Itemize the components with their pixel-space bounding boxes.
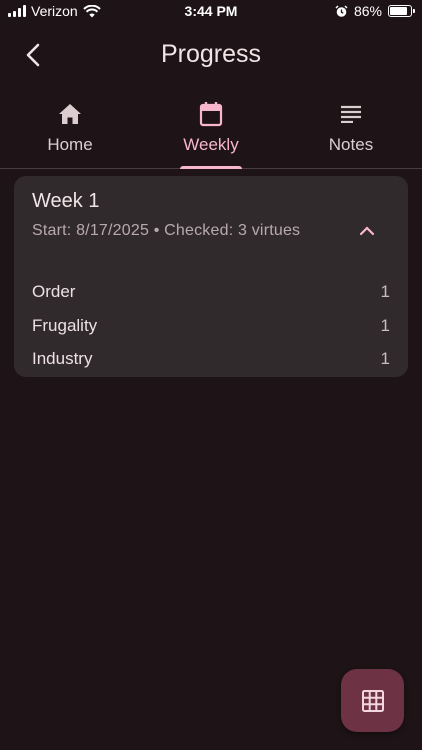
notes-icon xyxy=(339,99,363,129)
status-right: 86% xyxy=(335,3,415,19)
tab-indicator xyxy=(180,166,242,169)
battery-percent: 86% xyxy=(353,3,382,19)
tab-home[interactable]: Home xyxy=(0,96,140,168)
chevron-up-icon xyxy=(359,226,375,236)
battery-icon xyxy=(388,5,415,17)
tab-weekly-label: Weekly xyxy=(183,135,239,154)
virtue-row-order: Order 1 xyxy=(32,279,390,305)
virtue-name: Industry xyxy=(32,349,93,368)
virtue-name: Frugality xyxy=(32,316,98,335)
tab-notes-label: Notes xyxy=(328,135,374,154)
virtue-row-industry: Industry 1 xyxy=(32,346,390,372)
week-card[interactable]: Week 1 Start: 8/17/2025 • Checked: 3 vir… xyxy=(14,176,408,377)
grid-fab-button[interactable] xyxy=(341,669,404,732)
virtue-count: 1 xyxy=(380,282,390,301)
tab-weekly[interactable]: Weekly xyxy=(141,96,281,168)
collapse-button[interactable] xyxy=(352,216,382,246)
battery-fill xyxy=(390,7,408,15)
tab-bar: Home Weekly Notes xyxy=(0,96,422,169)
app-bar: Progress xyxy=(0,30,422,80)
alarm-icon xyxy=(335,4,348,17)
home-icon xyxy=(58,99,82,129)
status-bar: Verizon 3:44 PM 86% xyxy=(0,0,422,24)
grid-icon xyxy=(361,689,384,712)
virtue-count: 1 xyxy=(380,349,390,368)
week-subtitle: Start: 8/17/2025 • Checked: 3 virtues xyxy=(32,222,301,239)
calendar-icon xyxy=(199,99,223,129)
week-title: Week 1 xyxy=(32,190,100,212)
tab-notes[interactable]: Notes xyxy=(281,96,421,168)
virtue-name: Order xyxy=(32,282,76,301)
tab-home-label: Home xyxy=(47,135,93,154)
virtue-row-frugality: Frugality 1 xyxy=(32,313,390,339)
page-title: Progress xyxy=(160,40,262,68)
virtue-count: 1 xyxy=(380,316,390,335)
